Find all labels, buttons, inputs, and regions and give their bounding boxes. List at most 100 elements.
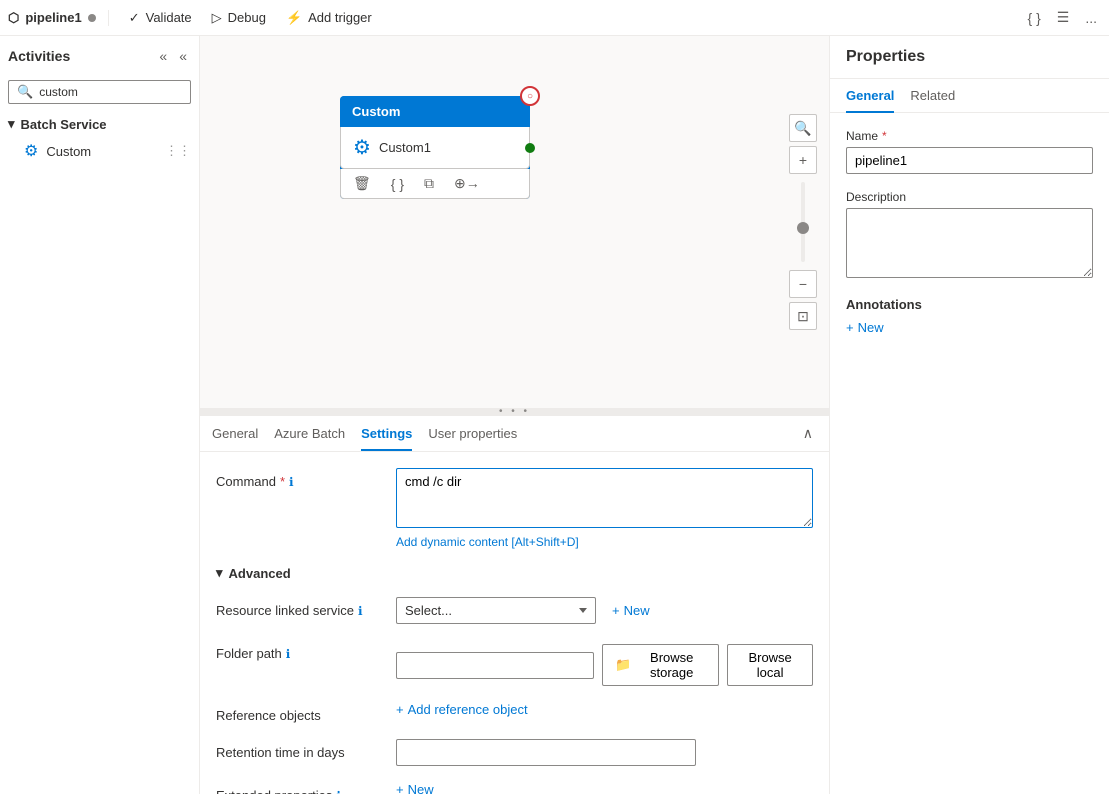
extended-properties-value: + New — [396, 782, 813, 794]
folder-path-info-icon[interactable]: ℹ — [286, 647, 291, 661]
dynamic-content-link[interactable]: Add dynamic content [Alt+Shift+D] — [396, 535, 813, 549]
command-row: Command * ℹ cmd /c dir Add dynamic conte… — [216, 468, 813, 549]
extended-new-button[interactable]: + New — [396, 782, 434, 794]
props-name-field: Name — [846, 129, 1093, 174]
folder-path-row: Folder path ℹ 📁 Browse storage Browse lo… — [216, 640, 813, 686]
tab-general[interactable]: General — [212, 418, 258, 451]
resource-linked-service-label: Resource linked service ℹ — [216, 597, 396, 618]
sidebar-item-custom[interactable]: ⚙ Custom ⋮⋮ — [0, 136, 199, 166]
advanced-label: Advanced — [229, 566, 291, 581]
canvas-controls: 🔍 + − ⊡ — [789, 114, 817, 330]
search-icon: 🔍 — [17, 84, 33, 100]
toggle-sidebar-button[interactable]: « — [175, 44, 191, 68]
props-tab-related[interactable]: Related — [910, 80, 955, 113]
add-annotation-button[interactable]: + New — [846, 320, 884, 335]
zoom-slider-thumb[interactable] — [797, 222, 809, 234]
drag-handle: ⋮⋮ — [165, 143, 191, 159]
props-tab-general[interactable]: General — [846, 80, 894, 113]
resource-linked-service-row: Resource linked service ℹ Select... + Ne… — [216, 597, 813, 624]
more-options-button[interactable]: ... — [1081, 6, 1101, 30]
tab-user-properties[interactable]: User properties — [428, 418, 517, 451]
folder-path-label: Folder path ℹ — [216, 640, 396, 661]
extended-plus-icon: + — [396, 782, 404, 794]
node-actions: 🗑 { } ⧉ ⊕→ — [340, 169, 530, 199]
error-icon: ○ — [527, 91, 533, 102]
debug-button[interactable]: ▷ Debug — [204, 6, 274, 30]
sidebar-search-container: 🔍 — [0, 76, 199, 108]
node-copy-button[interactable]: ⧉ — [420, 173, 438, 194]
properties-tabs: General Related — [830, 79, 1109, 113]
command-input[interactable]: cmd /c dir — [396, 468, 813, 528]
command-info-icon[interactable]: ℹ — [289, 475, 294, 489]
collapse-sidebar-button[interactable]: « — [155, 44, 171, 68]
props-name-label: Name — [846, 129, 1093, 143]
batch-service-header[interactable]: ▾ Batch Service — [0, 112, 199, 136]
sidebar-item-label: Custom — [46, 144, 91, 159]
properties-content: Name Description Annotations + New — [830, 113, 1109, 794]
canvas[interactable]: ○ Custom ⚙ Custom1 🗑 { } ⧉ ⊕→ — [200, 36, 829, 408]
section-chevron-icon: ▾ — [8, 116, 15, 132]
browse-local-button[interactable]: Browse local — [727, 644, 813, 686]
tab-settings[interactable]: Settings — [361, 418, 412, 451]
node-card: Custom ⚙ Custom1 🗑 { } ⧉ ⊕→ — [340, 96, 530, 199]
search-canvas-button[interactable]: 🔍 — [789, 114, 817, 142]
properties-panel: Properties General Related Name Descript… — [829, 36, 1109, 794]
advanced-toggle[interactable]: ▾ Advanced — [216, 565, 813, 581]
properties-title: Properties — [830, 36, 1109, 79]
reference-objects-value: + Add reference object — [396, 702, 813, 717]
extended-info-icon[interactable]: ℹ — [336, 789, 341, 794]
tab-azure-batch[interactable]: Azure Batch — [274, 418, 345, 451]
sidebar-header: Activities « « — [0, 36, 199, 76]
search-input[interactable] — [39, 85, 182, 99]
resource-linked-service-select[interactable]: Select... — [396, 597, 596, 624]
folder-icon: 📁 — [615, 657, 631, 673]
extended-properties-row: Extended properties ℹ + New — [216, 782, 813, 794]
node-body: ⚙ Custom1 — [340, 127, 530, 169]
props-description-input[interactable] — [846, 208, 1093, 278]
node-connect-button[interactable]: ⊕→ — [450, 173, 484, 194]
app-logo: ⬡ pipeline1 — [8, 10, 109, 26]
retention-input[interactable] — [396, 739, 696, 766]
node-activity-name: Custom1 — [379, 140, 431, 155]
add-reference-button[interactable]: + Add reference object — [396, 702, 528, 717]
retention-label: Retention time in days — [216, 739, 396, 760]
resource-new-button[interactable]: + New — [604, 598, 658, 623]
node-delete-button[interactable]: 🗑 — [349, 173, 375, 194]
search-box[interactable]: 🔍 — [8, 80, 191, 104]
node-code-button[interactable]: { } — [387, 174, 408, 194]
resource-linked-service-value: Select... + New — [396, 597, 813, 624]
bottom-panel: General Azure Batch Settings User proper… — [200, 414, 829, 794]
collapse-panel-button[interactable]: ∧ — [799, 421, 817, 446]
gear-icon: ⚙ — [24, 141, 38, 161]
sidebar-controls: « « — [155, 44, 191, 68]
validate-button[interactable]: ✓ Validate — [121, 6, 200, 30]
node-output-port[interactable] — [525, 143, 535, 153]
zoom-out-button[interactable]: − — [789, 270, 817, 298]
command-label: Command * ℹ — [216, 468, 396, 489]
code-icon-button[interactable]: { } — [1024, 6, 1045, 30]
add-trigger-button[interactable]: ⚡ Add trigger — [278, 6, 380, 30]
resource-info-icon[interactable]: ℹ — [358, 604, 363, 618]
sidebar-title: Activities — [8, 48, 70, 64]
reference-objects-label: Reference objects — [216, 702, 396, 723]
browse-storage-button[interactable]: 📁 Browse storage — [602, 644, 719, 686]
top-bar: ⬡ pipeline1 ✓ Validate ▷ Debug ⚡ Add tri… — [0, 0, 1109, 36]
unsaved-indicator — [88, 14, 96, 22]
zoom-in-button[interactable]: + — [789, 146, 817, 174]
advanced-chevron-icon: ▾ — [216, 565, 223, 581]
retention-row: Retention time in days — [216, 739, 813, 766]
props-annotations: Annotations + New — [846, 297, 1093, 335]
folder-path-input[interactable] — [396, 652, 594, 679]
top-bar-actions: { } ☰ ... — [1024, 5, 1101, 30]
zoom-slider-track[interactable] — [801, 182, 805, 262]
props-name-input[interactable] — [846, 147, 1093, 174]
node-gear-icon: ⚙ — [353, 135, 371, 160]
folder-path-value: 📁 Browse storage Browse local — [396, 640, 813, 686]
activity-node[interactable]: ○ Custom ⚙ Custom1 🗑 { } ⧉ ⊕→ — [340, 96, 530, 199]
validate-icon: ✓ — [129, 10, 140, 26]
node-header: Custom — [340, 96, 530, 127]
monitor-icon-button[interactable]: ☰ — [1053, 5, 1074, 30]
plus-icon: + — [612, 603, 620, 618]
debug-icon: ▷ — [212, 10, 222, 26]
fit-to-screen-button[interactable]: ⊡ — [789, 302, 817, 330]
